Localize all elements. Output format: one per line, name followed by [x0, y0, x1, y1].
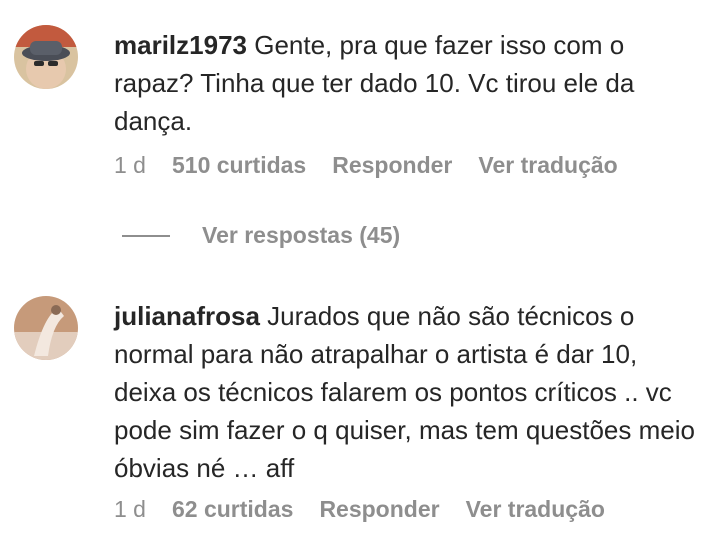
comment-meta: 1 d 510 curtidas Responder Ver tradução	[114, 152, 618, 179]
likes-count[interactable]: 62 curtidas	[172, 496, 293, 523]
reply-button[interactable]: Responder	[319, 496, 439, 523]
comment-username[interactable]: marilz1973	[114, 30, 247, 60]
comment-body: marilz1973 Gente, pra que fazer isso com…	[114, 26, 704, 140]
view-replies-button[interactable]: Ver respostas (45)	[122, 222, 400, 249]
likes-count[interactable]: 510 curtidas	[172, 152, 306, 179]
comment-age: 1 d	[114, 496, 146, 522]
avatar[interactable]	[14, 296, 78, 360]
replies-divider	[122, 234, 170, 237]
comment-body: julianafrosa Jurados que não são técnico…	[114, 297, 704, 487]
comment-age: 1 d	[114, 152, 146, 178]
comment-meta: 1 d 62 curtidas Responder Ver tradução	[114, 496, 605, 523]
avatar-image-icon	[14, 25, 78, 89]
translate-button[interactable]: Ver tradução	[466, 496, 605, 523]
avatar-image-icon	[14, 296, 78, 360]
translate-button[interactable]: Ver tradução	[478, 152, 617, 179]
reply-button[interactable]: Responder	[332, 152, 452, 179]
avatar[interactable]	[14, 25, 78, 89]
view-replies-label[interactable]: Ver respostas (45)	[202, 222, 400, 249]
comment-username[interactable]: julianafrosa	[114, 301, 260, 331]
